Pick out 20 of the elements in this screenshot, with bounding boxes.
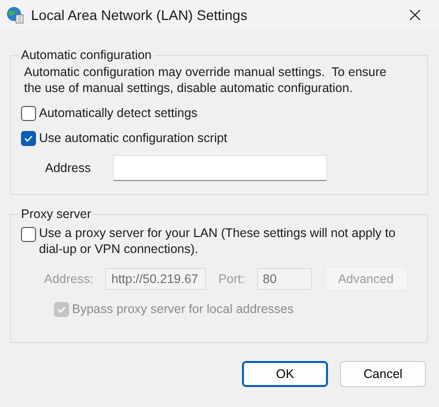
check-icon: [24, 134, 33, 142]
address-label: Address: [45, 161, 91, 175]
description-text: Automatic configuration may override manual settings. To ensure the use of manual settings, disable automatic configuration.: [23, 64, 388, 96]
address-label: Address:: [44, 272, 94, 286]
address-field[interactable]: [112, 155, 327, 181]
checkbox-label[interactable]: Use a proxy server for your LAN (These settings will not apply to dial-up or VPN connections).: [39, 225, 419, 257]
window-title: Local Area Network (LAN) Settings: [31, 7, 248, 23]
checkbox-label[interactable]: Automatically detect settings: [39, 105, 198, 121]
group-title: Proxy server: [20, 207, 92, 221]
cancel-button[interactable]: Cancel: [340, 361, 426, 387]
globe-icon: [6, 6, 24, 24]
checkbox[interactable]: [21, 130, 36, 146]
checkbox[interactable]: [21, 106, 36, 120]
close-icon: [409, 9, 421, 21]
ok-button[interactable]: OK: [242, 361, 328, 387]
checkbox[interactable]: [21, 227, 36, 242]
group-title: Automatic configuration: [20, 48, 153, 62]
port-label: Port:: [218, 272, 245, 286]
check-icon: [57, 306, 66, 312]
checkbox-label[interactable]: Use automatic configuration script: [39, 130, 228, 146]
